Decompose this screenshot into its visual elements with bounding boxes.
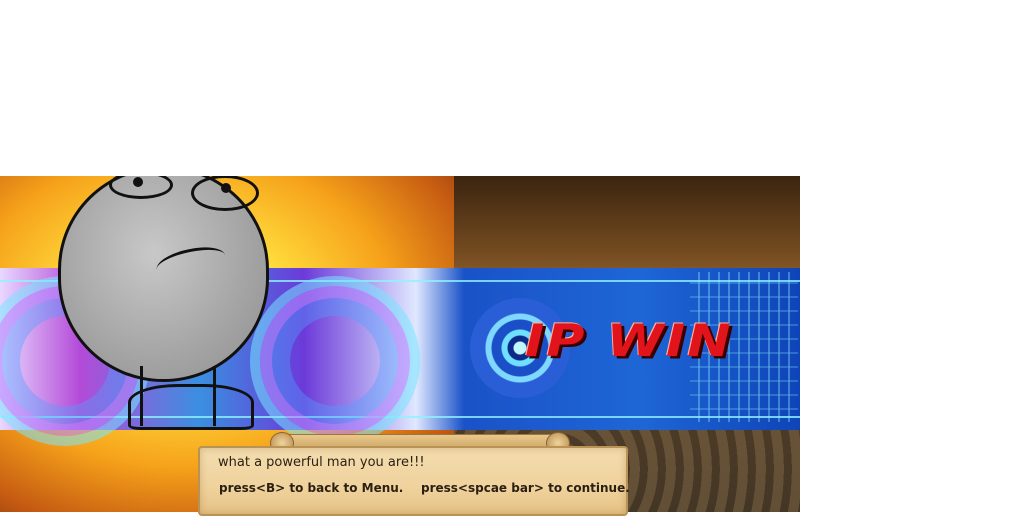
right-pupil	[221, 183, 231, 193]
energy-rings-middle	[250, 276, 420, 446]
continue-hint[interactable]: press<spcae bar> to continue.	[421, 481, 630, 495]
character-arms	[128, 384, 254, 430]
dialog-message: what a powerful man you are!!!	[218, 455, 425, 470]
left-pupil	[133, 177, 143, 187]
back-to-menu-hint[interactable]: press<B> to back to Menu.	[219, 481, 403, 495]
smirk-mouth	[153, 242, 229, 283]
win-title: IP WIN	[525, 316, 733, 367]
meme-face-character-icon	[58, 176, 269, 382]
right-eye-outline	[191, 176, 259, 211]
